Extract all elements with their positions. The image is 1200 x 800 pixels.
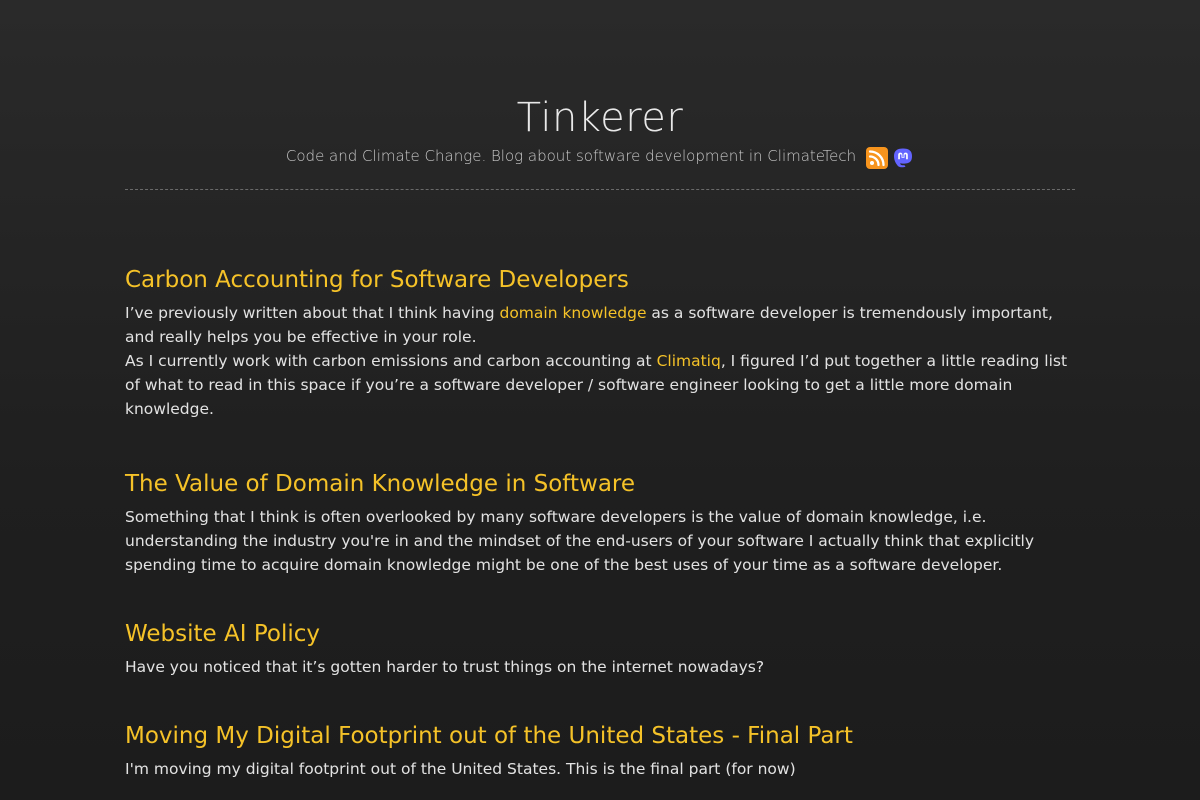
- post-item: Website AI Policy Have you noticed that …: [125, 619, 1075, 679]
- post-title-link[interactable]: The Value of Domain Knowledge in Softwar…: [125, 469, 635, 499]
- post-item: Moving My Digital Footprint out of the U…: [125, 721, 1075, 781]
- post-excerpt: Something that I think is often overlook…: [125, 508, 1035, 574]
- post-title-link[interactable]: Carbon Accounting for Software Developer…: [125, 265, 629, 295]
- climatiq-link[interactable]: Climatiq: [657, 352, 721, 370]
- site-title[interactable]: Tinkerer: [125, 94, 1075, 142]
- post-item: The Value of Domain Knowledge in Softwar…: [125, 469, 1075, 577]
- mastodon-icon[interactable]: [892, 147, 914, 169]
- post-excerpt-text: I’ve previously written about that I thi…: [125, 304, 500, 322]
- page-container: Tinkerer Code and Climate Change. Blog a…: [125, 0, 1075, 800]
- domain-knowledge-link[interactable]: domain knowledge: [499, 304, 646, 322]
- rss-icon[interactable]: [866, 147, 889, 169]
- site-header: Tinkerer Code and Climate Change. Blog a…: [125, 0, 1075, 191]
- post-list: Carbon Accounting for Software Developer…: [125, 265, 1075, 781]
- social-icons: [866, 147, 914, 169]
- post-excerpt: I'm moving my digital footprint out of t…: [125, 760, 796, 778]
- site-subtitle: Code and Climate Change. Blog about soft…: [125, 144, 1075, 169]
- post-title-link[interactable]: Website AI Policy: [125, 619, 320, 649]
- site-subtitle-text: Code and Climate Change. Blog about soft…: [285, 147, 857, 165]
- post-item: Carbon Accounting for Software Developer…: [125, 265, 1075, 421]
- post-title-link[interactable]: Moving My Digital Footprint out of the U…: [125, 721, 853, 751]
- post-excerpt: Have you noticed that it’s gotten harder…: [125, 658, 765, 676]
- post-excerpt-text: As I currently work with carbon emission…: [125, 352, 657, 370]
- header-divider: [125, 189, 1075, 191]
- post-excerpt: I’ve previously written about that I thi…: [125, 301, 1075, 421]
